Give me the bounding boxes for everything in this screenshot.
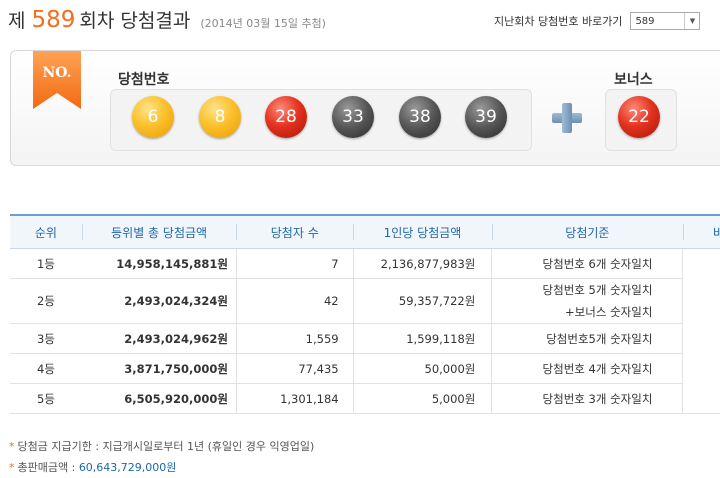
total-prize-cell: 6,505,920,000원 bbox=[81, 383, 237, 414]
table-row: 4등 3,871,750,000원 77,435 50,000원 당첨번호 4개… bbox=[10, 353, 720, 384]
note-cell: 1등 자동 수동 bbox=[682, 248, 720, 414]
total-sales-label: 총판매금액 : bbox=[17, 461, 76, 474]
criteria-text: 당첨번호 6개 숫자일치 bbox=[542, 256, 653, 271]
col-prize-per-winner: 1인당 당첨금액 bbox=[353, 214, 492, 249]
criteria-cell: 당첨번호 4개 숫자일치 bbox=[491, 353, 683, 384]
col-note: 비 bbox=[682, 214, 720, 249]
bonus-ball: 22 bbox=[618, 96, 660, 138]
table-row: 1등 14,958,145,881원 7 2,136,877,983원 당첨번호… bbox=[10, 248, 720, 414]
criteria-cell: 당첨번호 3개 숫자일치 bbox=[491, 383, 683, 414]
payment-deadline-text: 당첨금 지급기한 : 지급개시일로부터 1년 (휴일인 경우 익영업일) bbox=[17, 440, 315, 453]
prize-per-winner-cell: 2,136,877,983원 bbox=[352, 248, 492, 279]
ball-1: 6 bbox=[132, 96, 174, 138]
total-prize-cell: 2,493,024,962원 bbox=[81, 323, 237, 354]
col-total-prize: 등위별 총 당첨금액 bbox=[81, 214, 237, 249]
ball-2: 8 bbox=[199, 96, 241, 138]
criteria-text: 당첨번호5개 숫자일치 bbox=[546, 331, 653, 346]
footer-notes: * 당첨금 지급기한 : 지급개시일로부터 1년 (휴일인 경우 익영업일) * 총… bbox=[9, 436, 314, 478]
round-select[interactable]: 589 ▼ bbox=[630, 12, 701, 30]
winner-count-cell: 1,559 bbox=[235, 323, 354, 354]
title-prefix: 제 bbox=[8, 10, 26, 32]
winner-count-cell: 1,301,184 bbox=[235, 383, 354, 414]
ball-5: 38 bbox=[399, 96, 441, 138]
past-round-nav: 지난회차 당첨번호 바로가기 589 ▼ bbox=[494, 12, 701, 30]
draw-date: (2014년 03월 15일 추첨) bbox=[200, 17, 326, 30]
title-suffix: 회차 당첨결과 bbox=[79, 10, 191, 32]
rank-cell: 2등 bbox=[10, 278, 82, 324]
plus-icon bbox=[552, 103, 582, 133]
winner-count-cell: 42 bbox=[235, 278, 354, 324]
round-number: 589 bbox=[31, 7, 76, 33]
criteria-cell: 당첨번호 5개 숫자일치 +보너스 숫자일치 bbox=[491, 278, 683, 324]
number-ribbon-icon: NO. bbox=[33, 51, 81, 109]
payment-deadline-note: * 당첨금 지급기한 : 지급개시일로부터 1년 (휴일인 경우 익영업일) bbox=[9, 436, 314, 457]
past-round-label: 지난회차 당첨번호 바로가기 bbox=[494, 15, 623, 28]
bullet-star-icon: * bbox=[9, 461, 15, 474]
table-header-row: 순위 등위별 총 당첨금액 당첨자 수 1인당 당첨금액 당첨기준 비 bbox=[10, 214, 720, 249]
rank-cell: 3등 bbox=[10, 323, 82, 354]
table-row: 5등 6,505,920,000원 1,301,184 5,000원 당첨번호 … bbox=[10, 383, 720, 414]
total-sales-note: * 총판매금액 : 60,643,729,000원 bbox=[9, 457, 314, 478]
prize-per-winner-cell: 5,000원 bbox=[352, 383, 492, 414]
ball-3: 28 bbox=[265, 96, 307, 138]
table-row: 3등 2,493,024,962원 1,559 1,599,118원 당첨번호5… bbox=[10, 323, 720, 354]
bullet-star-icon: * bbox=[9, 440, 15, 453]
criteria-text: 당첨번호 3개 숫자일치 bbox=[542, 391, 653, 406]
round-select-value: 589 bbox=[635, 15, 655, 27]
total-prize-cell: 3,871,750,000원 bbox=[81, 353, 237, 384]
criteria-text: 당첨번호 5개 숫자일치 bbox=[542, 283, 653, 297]
total-prize-cell: 2,493,024,324원 bbox=[81, 278, 237, 324]
table-row: 2등 2,493,024,324원 42 59,357,722원 당첨번호 5개… bbox=[10, 278, 720, 324]
criteria-cell: 당첨번호 6개 숫자일치 bbox=[491, 248, 683, 279]
ball-4: 33 bbox=[332, 96, 374, 138]
prize-table: 순위 등위별 총 당첨금액 당첨자 수 1인당 당첨금액 당첨기준 비 1등 1… bbox=[10, 214, 720, 414]
total-sales-value: 60,643,729,000원 bbox=[78, 461, 177, 474]
ball-6: 39 bbox=[465, 96, 507, 138]
rank-cell: 5등 bbox=[10, 383, 82, 414]
rank-cell: 4등 bbox=[10, 353, 82, 384]
criteria-cell: 당첨번호5개 숫자일치 bbox=[491, 323, 683, 354]
winner-count-cell: 7 bbox=[235, 248, 354, 279]
winner-count-cell: 77,435 bbox=[235, 353, 354, 384]
col-criteria: 당첨기준 bbox=[491, 214, 683, 249]
chevron-down-icon[interactable]: ▼ bbox=[684, 13, 699, 29]
winning-numbers-label: 당첨번호 bbox=[118, 72, 170, 88]
criteria-text: 당첨번호 4개 숫자일치 bbox=[542, 361, 653, 376]
col-rank: 순위 bbox=[10, 214, 82, 249]
rank-cell: 1등 bbox=[10, 248, 82, 279]
prize-per-winner-cell: 50,000원 bbox=[352, 353, 492, 384]
bonus-label: 보너스 bbox=[614, 72, 653, 88]
page-title: 제 589 회차 당첨결과 (2014년 03월 15일 추첨) bbox=[8, 6, 326, 36]
prize-per-winner-cell: 1,599,118원 bbox=[352, 323, 492, 354]
ribbon-text: NO. bbox=[42, 65, 71, 81]
col-winner-count: 당첨자 수 bbox=[236, 214, 354, 249]
total-prize-cell: 14,958,145,881원 bbox=[81, 248, 237, 279]
prize-per-winner-cell: 59,357,722원 bbox=[352, 278, 492, 324]
criteria-text: +보너스 숫자일치 bbox=[565, 305, 653, 319]
